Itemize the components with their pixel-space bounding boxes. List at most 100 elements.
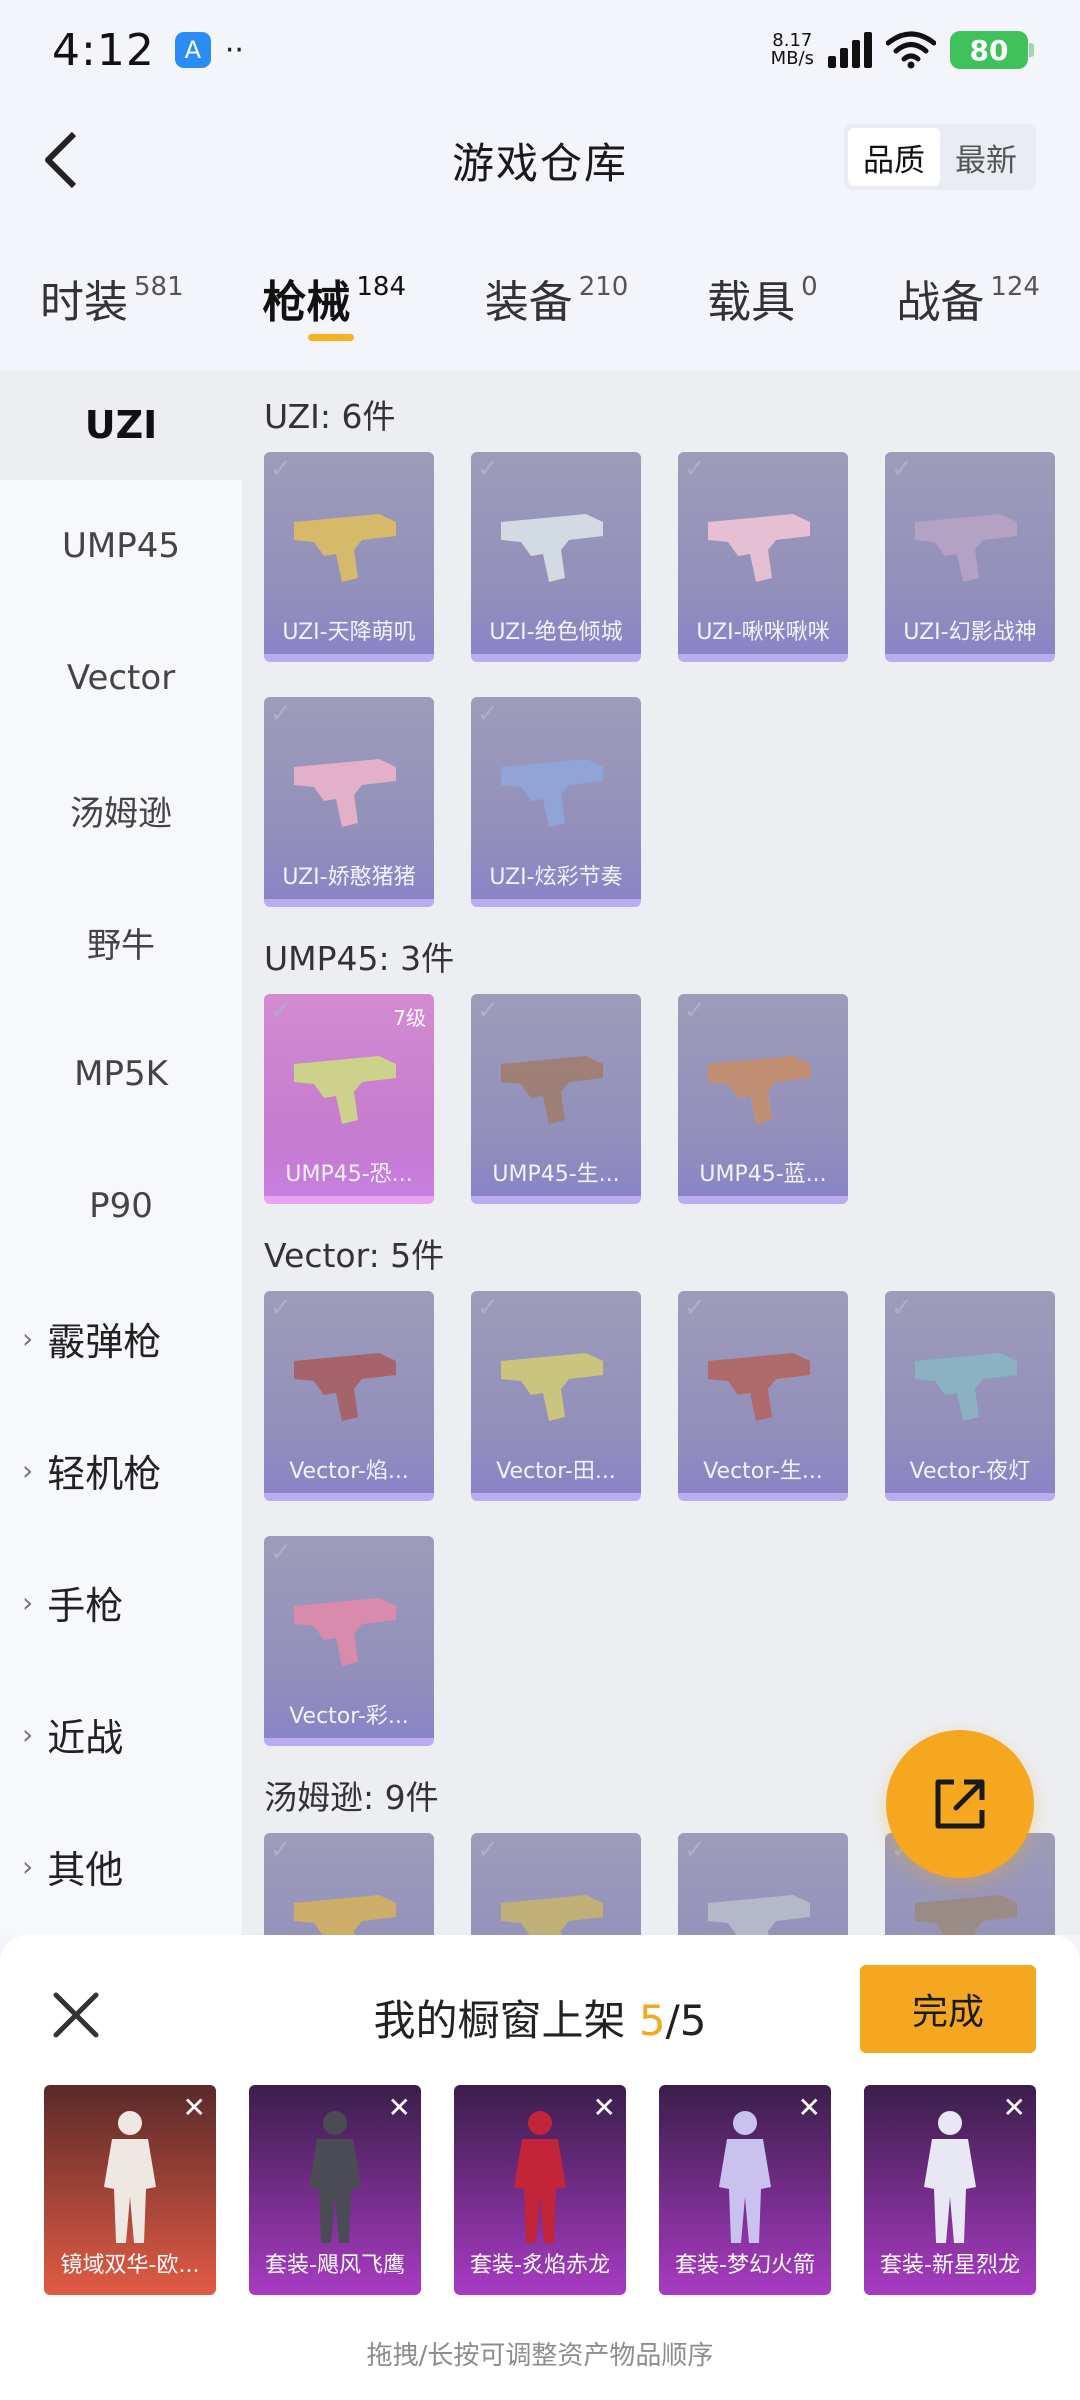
sidebar-group-other[interactable]: › 其他 xyxy=(0,1800,242,1932)
category-tabs: 时装 581 枪械 184 装备 210 载具 0 战备 124 xyxy=(0,250,1080,360)
weapon-card[interactable]: ✓ UZI-幻影战神 xyxy=(885,452,1055,662)
sidebar-item-uzi[interactable]: UZI xyxy=(0,370,242,480)
share-button[interactable] xyxy=(886,1730,1034,1878)
weapon-card[interactable]: ✓ xyxy=(678,1833,848,1935)
level-badge: 7级 xyxy=(393,1006,426,1030)
weapon-card[interactable]: ✓ UZI-娇憨猪猪 xyxy=(264,697,434,907)
remove-icon[interactable]: ✕ xyxy=(388,2091,411,2124)
sidebar-group-label: 手枪 xyxy=(47,1583,124,1628)
weapon-silhouette xyxy=(915,1353,1017,1421)
section-title: UZI: 6件 xyxy=(264,397,396,436)
weapon-name: Vector-田... xyxy=(496,1459,616,1484)
showcase-item[interactable]: ✕ 套装-飓风飞鹰 xyxy=(249,2085,421,2295)
done-button[interactable]: 完成 xyxy=(860,1965,1036,2053)
weapon-name: UZI-啾咪啾咪 xyxy=(696,620,830,645)
weapon-name: Vector-夜灯 xyxy=(909,1459,1031,1484)
showcase-item[interactable]: ✕ 镜域双华-欧... xyxy=(44,2085,216,2295)
weapon-card[interactable]: ✓ Vector-田... xyxy=(471,1291,641,1501)
showcase-item[interactable]: ✕ 套装-梦幻火箭 xyxy=(659,2085,831,2295)
weapon-image xyxy=(294,1895,396,1935)
weapon-card[interactable]: ✓ UZI-绝色倾城 xyxy=(471,452,641,662)
weapon-name: UZI-幻影战神 xyxy=(903,620,1037,645)
weapon-silhouette xyxy=(501,759,603,827)
sidebar-group-label: 近战 xyxy=(47,1715,124,1760)
weapon-silhouette xyxy=(294,514,396,582)
showcase-item[interactable]: ✕ 套装-炙焰赤龙 xyxy=(454,2085,626,2295)
signal-icon xyxy=(828,32,872,68)
weapon-card[interactable]: ✓ 7级 UMP45-恐... xyxy=(264,994,434,1204)
tab-count: 184 xyxy=(356,272,406,302)
sidebar-group-lmg[interactable]: › 轻机枪 xyxy=(0,1404,242,1536)
weapon-silhouette xyxy=(708,1056,810,1124)
weapon-image xyxy=(708,1895,810,1935)
weapon-silhouette xyxy=(708,514,810,582)
weapon-card[interactable]: ✓ UMP45-蓝... xyxy=(678,994,848,1204)
chevron-right-icon: › xyxy=(22,1321,34,1355)
weapon-silhouette xyxy=(294,1598,396,1666)
showcase-item[interactable]: ✕ 套装-新星烈龙 xyxy=(864,2085,1036,2295)
sidebar-item-ump45[interactable]: UMP45 xyxy=(0,480,242,612)
weapon-image xyxy=(708,1056,810,1124)
remove-icon[interactable]: ✕ xyxy=(183,2091,206,2124)
tab-active-indicator xyxy=(308,334,355,341)
remove-icon[interactable]: ✕ xyxy=(798,2091,821,2124)
weapon-silhouette xyxy=(294,759,396,827)
sidebar-group-label: 霰弹枪 xyxy=(47,1319,162,1364)
sidebar-group-label: 轻机枪 xyxy=(47,1451,162,1496)
weapon-image xyxy=(915,1353,1017,1421)
weapon-card[interactable]: ✓ Vector-生... xyxy=(678,1291,848,1501)
weapon-silhouette xyxy=(915,1895,1017,1935)
weapon-card[interactable]: ✓ UZI-天降萌叽 xyxy=(264,452,434,662)
tab-count: 581 xyxy=(134,272,184,302)
tab-firearms[interactable]: 枪械 184 xyxy=(262,250,406,360)
sidebar-item-mp5k[interactable]: MP5K xyxy=(0,1008,242,1140)
app-store-icon: A xyxy=(174,32,211,68)
check-icon: ✓ xyxy=(270,699,292,729)
weapon-card[interactable]: ✓ Vector-彩... xyxy=(264,1536,434,1746)
tab-fashion[interactable]: 时装 581 xyxy=(40,250,184,360)
tab-equipment[interactable]: 装备 210 xyxy=(485,250,629,360)
weapon-sidebar: UZI UMP45 Vector 汤姆逊 野牛 MP5K P90 › 霰弹枪 ›… xyxy=(0,370,242,1935)
tab-vehicles[interactable]: 载具 0 xyxy=(707,250,818,360)
tab-label: 载具 xyxy=(707,277,796,328)
outfit-image xyxy=(514,2111,566,2243)
check-icon: ✓ xyxy=(477,1835,499,1865)
network-speed: 8.17 MB/s xyxy=(771,32,814,68)
chevron-right-icon: › xyxy=(22,1453,34,1487)
sidebar-item-vector[interactable]: Vector xyxy=(0,612,242,744)
check-icon: ✓ xyxy=(270,454,292,484)
header: 游戏仓库 品质 最新 xyxy=(0,100,1080,220)
weapon-card[interactable]: ✓ xyxy=(264,1833,434,1935)
tab-label: 装备 xyxy=(484,277,573,328)
tab-label: 枪械 xyxy=(262,277,351,328)
weapon-card[interactable]: ✓ xyxy=(471,1833,641,1935)
remove-icon[interactable]: ✕ xyxy=(1003,2091,1026,2124)
sidebar-group-melee[interactable]: › 近战 xyxy=(0,1668,242,1800)
net-speed-unit: MB/s xyxy=(770,48,814,69)
check-icon: ✓ xyxy=(477,699,499,729)
tab-supplies[interactable]: 战备 124 xyxy=(896,250,1040,360)
weapon-silhouette xyxy=(708,1895,810,1935)
check-icon: ✓ xyxy=(270,1293,292,1323)
sidebar-group-pistol[interactable]: › 手枪 xyxy=(0,1536,242,1668)
figure-body xyxy=(514,2139,566,2243)
weapon-card[interactable]: ✓ Vector-夜灯 xyxy=(885,1291,1055,1501)
weapon-card[interactable]: ✓ UMP45-生... xyxy=(471,994,641,1204)
back-button[interactable] xyxy=(28,128,92,192)
outfit-image xyxy=(719,2111,771,2243)
sidebar-item-thompson[interactable]: 汤姆逊 xyxy=(0,744,242,876)
chevron-left-icon xyxy=(45,131,77,189)
sidebar-item-bizon[interactable]: 野牛 xyxy=(0,876,242,1008)
sidebar-group-shotgun[interactable]: › 霰弹枪 xyxy=(0,1272,242,1404)
sidebar-item-p90[interactable]: P90 xyxy=(0,1140,242,1272)
weapon-card[interactable]: ✓ Vector-焰... xyxy=(264,1291,434,1501)
weapon-card[interactable]: ✓ UZI-啾咪啾咪 xyxy=(678,452,848,662)
showcase-total-count: /5 xyxy=(665,1996,707,2045)
sidebar-group-label: 其他 xyxy=(47,1847,124,1892)
check-icon: ✓ xyxy=(477,454,499,484)
remove-icon[interactable]: ✕ xyxy=(593,2091,616,2124)
weapon-image xyxy=(501,514,603,582)
sort-option-quality[interactable]: 品质 xyxy=(848,128,940,186)
sort-option-latest[interactable]: 最新 xyxy=(940,128,1032,186)
weapon-card[interactable]: ✓ UZI-炫彩节奏 xyxy=(471,697,641,907)
